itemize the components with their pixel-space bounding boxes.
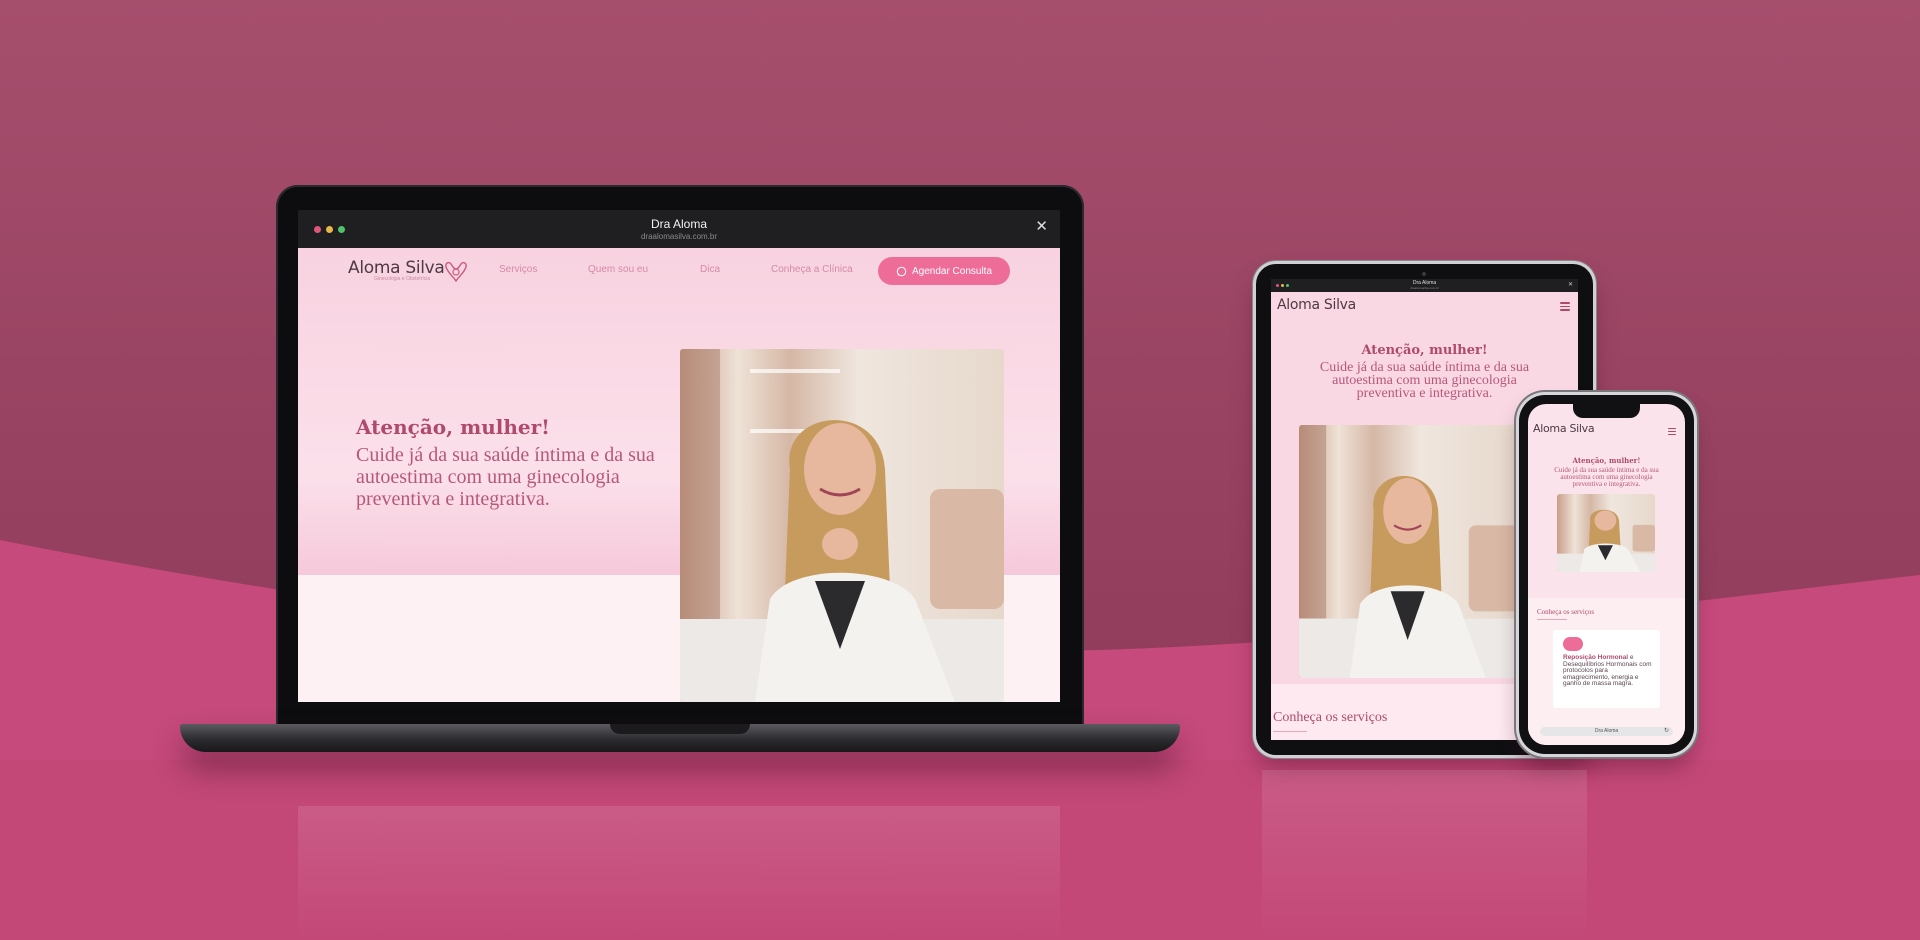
- uterus-logo-icon: [445, 261, 467, 283]
- phone-notch: [1573, 404, 1640, 418]
- tablet-browser-bar: Dra Aloma draalomasilva.com.br ✕: [1271, 279, 1578, 292]
- url-bar-text: Dra Aloma: [1594, 728, 1619, 734]
- cta-label: Agendar Consulta: [911, 265, 993, 277]
- phone-frame: Aloma Silva Atenção, mulher! Cuide já da…: [1519, 395, 1694, 754]
- hamburger-icon[interactable]: [1668, 428, 1676, 435]
- nav-quem-sou-eu[interactable]: Quem sou eu: [588, 264, 648, 275]
- laptop-screen: Dra Aloma draalomasilva.com.br ✕ Aloma S…: [298, 210, 1060, 702]
- services-section: Conheça os serviços Reposição Hormonal e…: [1528, 598, 1685, 745]
- logo-name: Aloma Silva: [348, 258, 445, 278]
- hamburger-icon[interactable]: [1560, 302, 1570, 311]
- browser-url[interactable]: draalomasilva.com.br: [298, 232, 1060, 241]
- agendar-consulta-button[interactable]: Agendar Consulta: [878, 257, 1010, 285]
- tablet-logo[interactable]: Aloma Silva: [1277, 297, 1356, 313]
- close-icon[interactable]: ✕: [1568, 281, 1573, 288]
- uterus-logo-icon: [1563, 637, 1583, 651]
- services-title: Conheça os serviços: [1537, 608, 1595, 616]
- browser-titlebar: Dra Aloma draalomasilva.com.br ✕: [298, 210, 1060, 248]
- phone-url-bar[interactable]: Dra Aloma ↻: [1540, 727, 1673, 736]
- laptop-reflection: [298, 806, 1060, 940]
- nav-servicos[interactable]: Serviços: [499, 264, 537, 275]
- browser-title: Dra Aloma: [650, 217, 708, 231]
- hero-title: Atenção, mulher!: [1572, 456, 1641, 465]
- service-card[interactable]: Reposição Hormonal e Desequilíbrios Horm…: [1553, 630, 1660, 708]
- hero-text: Cuide já da sua saúde íntima e da sua au…: [1554, 466, 1659, 488]
- service-card-text: Reposição Hormonal e Desequilíbrios Horm…: [1563, 654, 1655, 688]
- hero-title: Atenção, mulher!: [1361, 343, 1488, 358]
- title-underline: [1537, 619, 1567, 620]
- laptop-notch: [610, 724, 750, 734]
- website-view: Aloma Silva Ginecologia e Obstetrícia Se…: [298, 248, 1060, 702]
- hero-title: Atenção, mulher!: [356, 415, 550, 439]
- tablet-reflection: [1262, 770, 1587, 940]
- hero-text: Cuide já da sua saúde íntima e da sua au…: [356, 444, 655, 510]
- phone-screen: Aloma Silva Atenção, mulher! Cuide já da…: [1528, 404, 1685, 745]
- phone-logo[interactable]: Aloma Silva: [1533, 422, 1595, 435]
- title-underline: [1273, 731, 1307, 732]
- close-icon[interactable]: ✕: [1035, 219, 1048, 234]
- hero-text: Cuide já da sua saúde íntima e da sua au…: [1319, 360, 1530, 401]
- doctor-photo: [1299, 425, 1519, 678]
- browser-url[interactable]: draalomasilva.com.br: [1271, 286, 1578, 290]
- nav-dica[interactable]: Dica: [700, 264, 720, 275]
- refresh-icon[interactable]: ↻: [1664, 727, 1669, 734]
- doctor-photo: [1557, 494, 1655, 572]
- tablet-camera: [1422, 272, 1426, 276]
- doctor-photo: [680, 349, 1004, 702]
- site-logo[interactable]: Aloma Silva Ginecologia e Obstetrícia: [348, 258, 467, 283]
- services-title: Conheça os serviços: [1273, 710, 1388, 725]
- whatsapp-icon: [896, 266, 907, 276]
- nav-conheca-clinica[interactable]: Conheça a Clínica: [771, 264, 853, 275]
